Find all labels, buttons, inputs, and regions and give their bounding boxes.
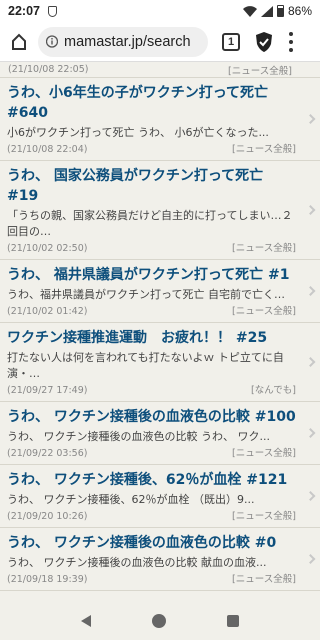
item-title[interactable]: うわ、 国家公務員がワクチン打って死亡 #19	[7, 166, 296, 206]
chevron-right-icon	[305, 554, 316, 564]
home-circle-icon[interactable]	[151, 614, 166, 628]
system-nav-bar	[0, 602, 320, 640]
chevron-right-icon	[305, 428, 316, 438]
item-date: (21/09/22 03:56)	[7, 448, 88, 459]
info-icon[interactable]	[46, 35, 58, 48]
list-item[interactable]: うわ、 ワクチン接種後の血液色の比較 #100 うわ、 ワクチン接種後の血液色の…	[0, 402, 320, 465]
item-excerpt: うわ、 ワクチン接種後の血液色の比較 うわ、 ワク...	[7, 430, 270, 443]
item-excerpt: うわ、 ワクチン接種後、62％が血栓 （既出）9...	[7, 493, 255, 506]
chevron-right-icon	[305, 114, 316, 124]
chevron-right-icon	[305, 357, 316, 367]
item-date: (21/09/27 17:49)	[7, 385, 88, 396]
back-icon[interactable]	[80, 615, 91, 627]
item-category: [ニュース全般]	[232, 448, 296, 459]
item-excerpt: 「うちの親、国家公務員だけど自主的に打ってしまい…２回目の…	[7, 209, 293, 238]
status-bar: 22:07 86%	[0, 0, 320, 22]
item-date: (21/09/18 19:39)	[7, 574, 88, 585]
list-item[interactable]: うわ、 福井県議員がワクチン打って死亡 #1 うわ、福井県議員がワクチン打って死…	[0, 260, 320, 323]
item-date: (21/10/02 02:50)	[7, 243, 88, 254]
item-category: [ニュース全般]	[232, 574, 296, 585]
item-category: [ニュース全般]	[232, 243, 296, 254]
brave-shield-icon[interactable]	[254, 31, 274, 53]
recent-apps-icon[interactable]	[227, 615, 240, 627]
item-date: (21/10/08 22:05)	[8, 64, 89, 75]
item-excerpt: うわ、 ワクチン接種後の血液色の比較 献血の血液...	[7, 556, 267, 569]
item-excerpt: 打たない人は何を言われても打たないよｗ トピ立てに自演・…	[7, 351, 284, 380]
item-category: [ニュース全般]	[232, 306, 296, 317]
item-date: (21/10/02 01:42)	[7, 306, 88, 317]
browser-toolbar: mamastar.jp/search 1	[0, 22, 320, 62]
item-title[interactable]: うわ、 ワクチン接種後、62％が血栓 #121	[7, 470, 296, 490]
item-excerpt: うわ、福井県議員がワクチン打って死亡 自宅前で亡く…	[7, 288, 285, 301]
item-date: (21/09/20 10:26)	[7, 511, 88, 522]
url-text: mamastar.jp/search	[64, 33, 191, 50]
item-category: [なんでも]	[251, 385, 296, 396]
search-results-list: (21/10/08 22:05) [ニュース全般] うわ、小6年生の子がワクチン…	[0, 62, 320, 602]
item-title[interactable]: うわ、 福井県議員がワクチン打って死亡 #1	[7, 265, 296, 285]
status-indicators: 86%	[242, 4, 312, 18]
status-time: 22:07	[8, 4, 40, 18]
shield-status-icon	[47, 5, 57, 17]
home-icon	[12, 33, 26, 50]
item-excerpt: 小6がワクチン打って死亡 うわ、 小6が亡くなった...	[7, 126, 269, 139]
item-category: [ニュース全般]	[232, 144, 296, 155]
address-bar[interactable]: mamastar.jp/search	[38, 26, 208, 57]
list-item[interactable]: うわ、 ワクチン接種後の血液色の比較 #0 うわ、 ワクチン接種後の血液色の比較…	[0, 528, 320, 591]
item-title[interactable]: うわ、 ワクチン接種後の血液色の比較 #0	[7, 533, 296, 553]
previous-item-meta: (21/10/08 22:05) [ニュース全般]	[0, 62, 320, 78]
overflow-menu-button[interactable]	[288, 31, 294, 52]
chevron-right-icon	[305, 205, 316, 215]
list-item[interactable]: ワクチン接種推進運動 お疲れ！！ #25 打たない人は何を言われても打たないよｗ…	[0, 323, 320, 402]
chevron-right-icon	[305, 286, 316, 296]
wifi-icon	[242, 5, 257, 17]
list-item[interactable]: うわ、 国家公務員がワクチン打って死亡 #19 「うちの親、国家公務員だけど自主…	[0, 161, 320, 260]
battery-level: 86%	[287, 4, 312, 18]
signal-icon	[260, 5, 273, 17]
list-item[interactable]: うわ、 ワクチン接種後、62％が血栓 #121 うわ、 ワクチン接種後、62％が…	[0, 465, 320, 528]
tabs-button[interactable]: 1	[222, 32, 240, 51]
item-date: (21/10/08 22:04)	[7, 144, 88, 155]
item-category: [ニュース全般]	[232, 511, 296, 522]
battery-icon	[276, 5, 284, 17]
chevron-right-icon	[305, 491, 316, 501]
item-title[interactable]: うわ、小6年生の子がワクチン打って死亡 #640	[7, 83, 296, 123]
home-button[interactable]	[6, 29, 32, 55]
list-item[interactable]: うわ、小6年生の子がワクチン打って死亡 #640 小6がワクチン打って死亡 うわ…	[0, 78, 320, 161]
item-title[interactable]: うわ、 ワクチン接種後の血液色の比較 #100	[7, 407, 296, 427]
item-category: [ニュース全般]	[228, 65, 292, 77]
item-title[interactable]: ワクチン接種推進運動 お疲れ！！ #25	[7, 328, 296, 348]
